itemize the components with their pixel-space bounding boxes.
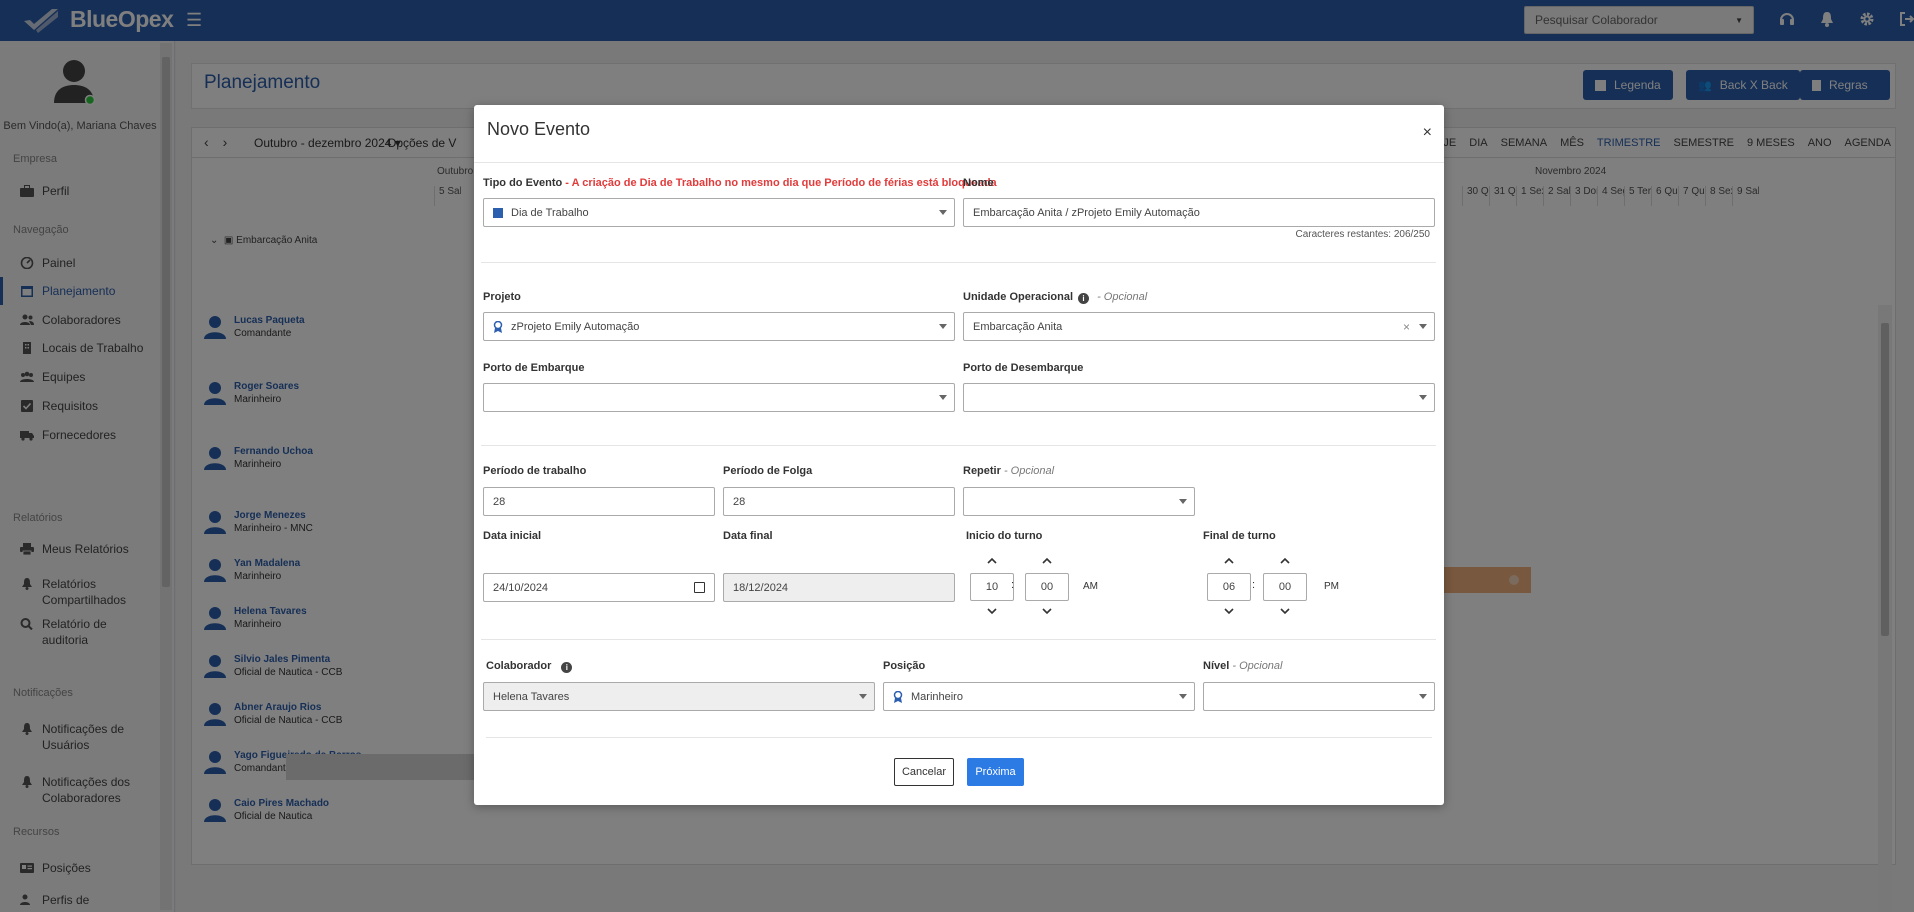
cancel-button[interactable]: Cancelar xyxy=(894,758,954,786)
chevron-up-icon[interactable] xyxy=(1041,555,1053,567)
chevron-down-icon[interactable] xyxy=(1041,605,1053,617)
tipo-evento-label: Tipo do Evento - A criação de Dia de Tra… xyxy=(483,177,997,189)
chevron-down-icon xyxy=(939,395,947,400)
colaborador-label: Colaborador i xyxy=(486,660,577,673)
porto-desembarque-label: Porto de Desembarque xyxy=(963,362,1084,374)
divider xyxy=(481,262,1436,263)
inicio-turno-label: Inicio do turno xyxy=(966,530,1043,542)
close-icon[interactable]: × xyxy=(1423,124,1432,142)
data-final-label: Data final xyxy=(723,530,773,542)
time-separator: : xyxy=(1011,579,1015,591)
nome-input[interactable]: Embarcação Anita / zProjeto Emily Automa… xyxy=(963,198,1435,227)
posicao-label: Posição xyxy=(883,660,926,672)
periodo-trabalho-label: Período de trabalho xyxy=(483,465,587,477)
tipo-evento-select[interactable]: Dia de Trabalho xyxy=(483,198,955,227)
event-color-square-icon xyxy=(493,207,503,218)
calendar-icon[interactable] xyxy=(694,582,705,593)
inicio-minuto-input[interactable]: 00 xyxy=(1025,573,1069,601)
chevron-down-icon xyxy=(1419,324,1427,329)
chevron-up-icon[interactable] xyxy=(986,555,998,567)
chevron-down-icon[interactable] xyxy=(986,605,998,617)
next-button[interactable]: Próxima xyxy=(967,758,1024,786)
nivel-select[interactable] xyxy=(1203,682,1435,711)
badge-icon xyxy=(493,320,503,333)
chevron-down-icon xyxy=(1179,694,1187,699)
chevron-up-icon[interactable] xyxy=(1279,555,1291,567)
chevron-up-icon[interactable] xyxy=(1223,555,1235,567)
inicio-hora-input[interactable]: 10 xyxy=(970,573,1014,601)
repetir-select[interactable] xyxy=(963,487,1195,516)
divider xyxy=(486,737,1432,738)
chevron-down-icon xyxy=(1419,694,1427,699)
data-inicial-label: Data inicial xyxy=(483,530,542,542)
nome-label: Nome xyxy=(963,177,994,189)
chevron-down-icon[interactable] xyxy=(1279,605,1291,617)
chevron-down-icon xyxy=(939,210,947,215)
final-minuto-input[interactable]: 00 xyxy=(1263,573,1307,601)
colaborador-select: Helena Tavares xyxy=(483,682,875,711)
periodo-folga-label: Período de Folga xyxy=(723,465,813,477)
chevron-down-icon[interactable] xyxy=(1223,605,1235,617)
projeto-label: Projeto xyxy=(483,291,521,303)
divider xyxy=(481,639,1436,640)
final-turno-label: Final de turno xyxy=(1203,530,1276,542)
periodo-trabalho-input[interactable]: 28 xyxy=(483,487,715,516)
data-inicial-input[interactable]: 24/10/2024 xyxy=(483,573,715,602)
chevron-down-icon xyxy=(859,694,867,699)
inicio-ampm[interactable]: AM xyxy=(1083,581,1098,592)
info-icon[interactable]: i xyxy=(1078,293,1090,304)
chevron-down-icon xyxy=(1419,395,1427,400)
data-final-input: 18/12/2024 xyxy=(723,573,955,602)
badge-icon xyxy=(893,690,903,703)
unidade-label: Unidade Operacional i - Opcional xyxy=(963,291,1148,304)
periodo-folga-input[interactable]: 28 xyxy=(723,487,955,516)
porto-embarque-select[interactable] xyxy=(483,383,955,412)
clear-icon[interactable]: × xyxy=(1403,320,1410,334)
repetir-label: Repetir - Opcional xyxy=(963,465,1055,477)
projeto-select[interactable]: zProjeto Emily Automação xyxy=(483,312,955,341)
nivel-label: Nível - Opcional xyxy=(1203,660,1283,672)
unidade-operacional-select[interactable]: Embarcação Anita × xyxy=(963,312,1435,341)
divider xyxy=(481,445,1436,446)
posicao-select[interactable]: Marinheiro xyxy=(883,682,1195,711)
final-hora-input[interactable]: 06 xyxy=(1207,573,1251,601)
time-separator: : xyxy=(1252,579,1256,591)
porto-desembarque-select[interactable] xyxy=(963,383,1435,412)
modal-header: Novo Evento × xyxy=(474,105,1444,163)
porto-embarque-label: Porto de Embarque xyxy=(483,362,585,374)
modal-title: Novo Evento xyxy=(487,119,591,139)
tipo-evento-warning: - A criação de Dia de Trabalho no mesmo … xyxy=(562,177,997,189)
new-event-modal: Novo Evento × Tipo do Evento - A criação… xyxy=(474,105,1444,805)
chevron-down-icon xyxy=(1179,499,1187,504)
final-ampm[interactable]: PM xyxy=(1324,581,1339,592)
info-icon[interactable]: i xyxy=(561,662,573,673)
char-counter: Caracteres restantes: 206/250 xyxy=(1295,229,1430,240)
chevron-down-icon xyxy=(939,324,947,329)
